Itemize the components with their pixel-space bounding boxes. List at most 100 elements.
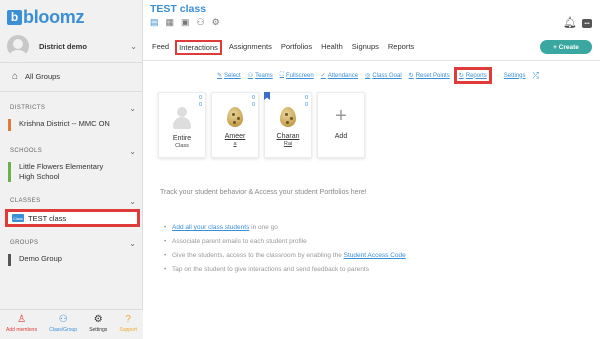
tips-list: Add all your class students in one go As… [164,221,406,277]
chat-icon[interactable]: ••• [582,19,592,28]
chevron-down-icon[interactable]: ⌄ [130,42,137,51]
chevron-down-icon[interactable]: ⌄ [129,147,136,156]
settings-label: Settings [503,72,526,79]
color-bar [8,254,11,266]
plus-icon: + [335,105,347,127]
gear-icon[interactable]: ⚙ [212,17,220,28]
points-count: 0 [251,102,255,108]
class-group-label: Class/Group [49,327,78,333]
check-circle-icon: ✓ [320,73,326,79]
target-icon: ◎ [365,73,371,79]
class-label: TEST class [28,213,67,223]
card-sub: Class [175,143,189,149]
tab-health[interactable]: Health [319,40,345,55]
card-sub: Rai [283,141,293,147]
sidebar-item-demo-group[interactable]: Demo Group [8,254,138,266]
tab-interactions[interactable]: Interactions [175,40,222,55]
people-icon[interactable]: ⚇ [197,17,205,28]
points-count: 0 [251,95,255,101]
chevron-down-icon[interactable]: ⌄ [129,104,136,113]
points-count: 0 [198,95,202,101]
chevron-down-icon[interactable]: ⌄ [129,239,136,248]
shuffle-icon[interactable]: ⤮ [532,71,538,81]
user-profile[interactable]: District demo ⌄ [7,35,137,57]
card-name: Ameer [224,133,246,140]
groups-header: GROUPS [10,240,39,246]
info-text: Track your student behavior & Access you… [160,189,367,196]
sidebar-item-district[interactable]: Krishna District -- MMC ON [8,119,138,131]
support-label: Support [119,327,137,333]
grid-view-icon[interactable]: ▦ [166,17,175,28]
help-icon: ? [125,314,131,325]
support-button[interactable]: ? Support [119,313,137,339]
student-card-entire-class[interactable]: 0 0 Entire Class [158,92,206,158]
reports-button[interactable]: ↻ Reports [453,67,492,84]
teams-button[interactable]: ⚇ Teams [248,72,273,80]
tab-feed[interactable]: Feed [150,40,171,55]
photo-icon[interactable]: ▣ [181,17,190,28]
class-goal-label: Class Goal [372,72,402,79]
bell-icon[interactable]: 🔔︎ [563,16,577,29]
attendance-button[interactable]: ✓ Attendance [320,72,358,80]
add-members-label: Add members [6,327,38,333]
student-card-ameera[interactable]: 0 0 Ameer a [211,92,259,158]
all-groups-label: All Groups [25,72,61,81]
points-count: 0 [198,102,202,108]
chevron-down-icon[interactable]: ⌄ [129,197,136,206]
select-button[interactable]: ✎ Select [217,72,241,80]
points-count: 0 [304,102,308,108]
settings-link[interactable]: Settings [504,73,526,79]
sidebar-bottom-bar: ♙ Add members ⚇ Class/Group ⚙ Settings ?… [0,309,143,339]
color-bar [8,119,11,131]
fullscreen-icon: ⛶ [279,72,284,78]
tab-signups[interactable]: Signups [350,40,381,55]
sidebar-item-school[interactable]: Little Flowers Elementary High School [8,162,138,182]
list-view-icon[interactable]: ▤ [150,17,159,28]
group-avatar-icon [171,107,193,129]
add-members-button[interactable]: ♙ Add members [6,313,37,339]
tab-assignments[interactable]: Assignments [227,40,274,55]
home-icon: ⌂ [12,71,19,82]
card-name: Add [334,133,348,140]
class-group-button[interactable]: ⚇ Class/Group [49,313,77,339]
create-button[interactable]: + Create [540,40,592,54]
select-label: Select [224,72,241,79]
tab-portfolios[interactable]: Portfolios [279,40,314,55]
classes-header: CLASSES [10,198,41,204]
class-badge-icon: Class [12,214,24,222]
sidebar: b bloomz District demo ⌄ ⌂ All Groups DI… [0,0,143,339]
divider [143,60,600,61]
teams-label: Teams [255,72,273,79]
all-groups-link[interactable]: ⌂ All Groups [12,71,60,82]
fullscreen-button[interactable]: ⛶ Fullscreen [280,72,314,79]
view-switcher: ▤ ▦ ▣ ⚇ ⚙ [150,17,220,28]
tab-reports[interactable]: Reports [386,40,416,55]
user-name: District demo [39,41,87,51]
settings-button[interactable]: ⚙ Settings [89,313,107,339]
main-content: TEST class ▤ ▦ ▣ ⚇ ⚙ 🔔︎ ••• Feed Interac… [143,0,600,339]
card-name: Charan [276,133,300,140]
points-count: 0 [304,95,308,101]
egg-avatar-icon [280,107,296,127]
list-item: Add all your class students in one go [164,221,406,235]
card-name: Entire [172,135,192,142]
add-students-link[interactable]: Add all your class students [172,224,249,231]
sidebar-item-test-class[interactable]: Class TEST class [5,209,140,227]
reports-icon: ↻ [458,73,464,79]
bloomz-logo[interactable]: b bloomz [7,7,85,27]
card-sub: a [233,141,237,147]
egg-avatar-icon [227,107,243,127]
interactions-toolbar: ✎ Select ⚇ Teams ⛶ Fullscreen ✓ Attendance ◎… [217,67,539,84]
student-card-charan[interactable]: 0 0 Charan Rai [264,92,312,158]
list-item: Give the students, access to the classro… [164,249,406,263]
tip-text: in one go [249,224,278,231]
fullscreen-label: Fullscreen [285,72,314,79]
divider [0,91,143,92]
reset-points-button[interactable]: ↻ Reset Points [409,72,450,80]
class-goal-button[interactable]: ◎ Class Goal [365,72,402,80]
add-student-card[interactable]: + Add [317,92,365,158]
student-access-code-link[interactable]: Student Access Code [344,252,406,259]
pencil-icon: ✎ [217,73,223,79]
page-title: TEST class [150,3,207,15]
schools-header: SCHOOLS [10,148,43,154]
